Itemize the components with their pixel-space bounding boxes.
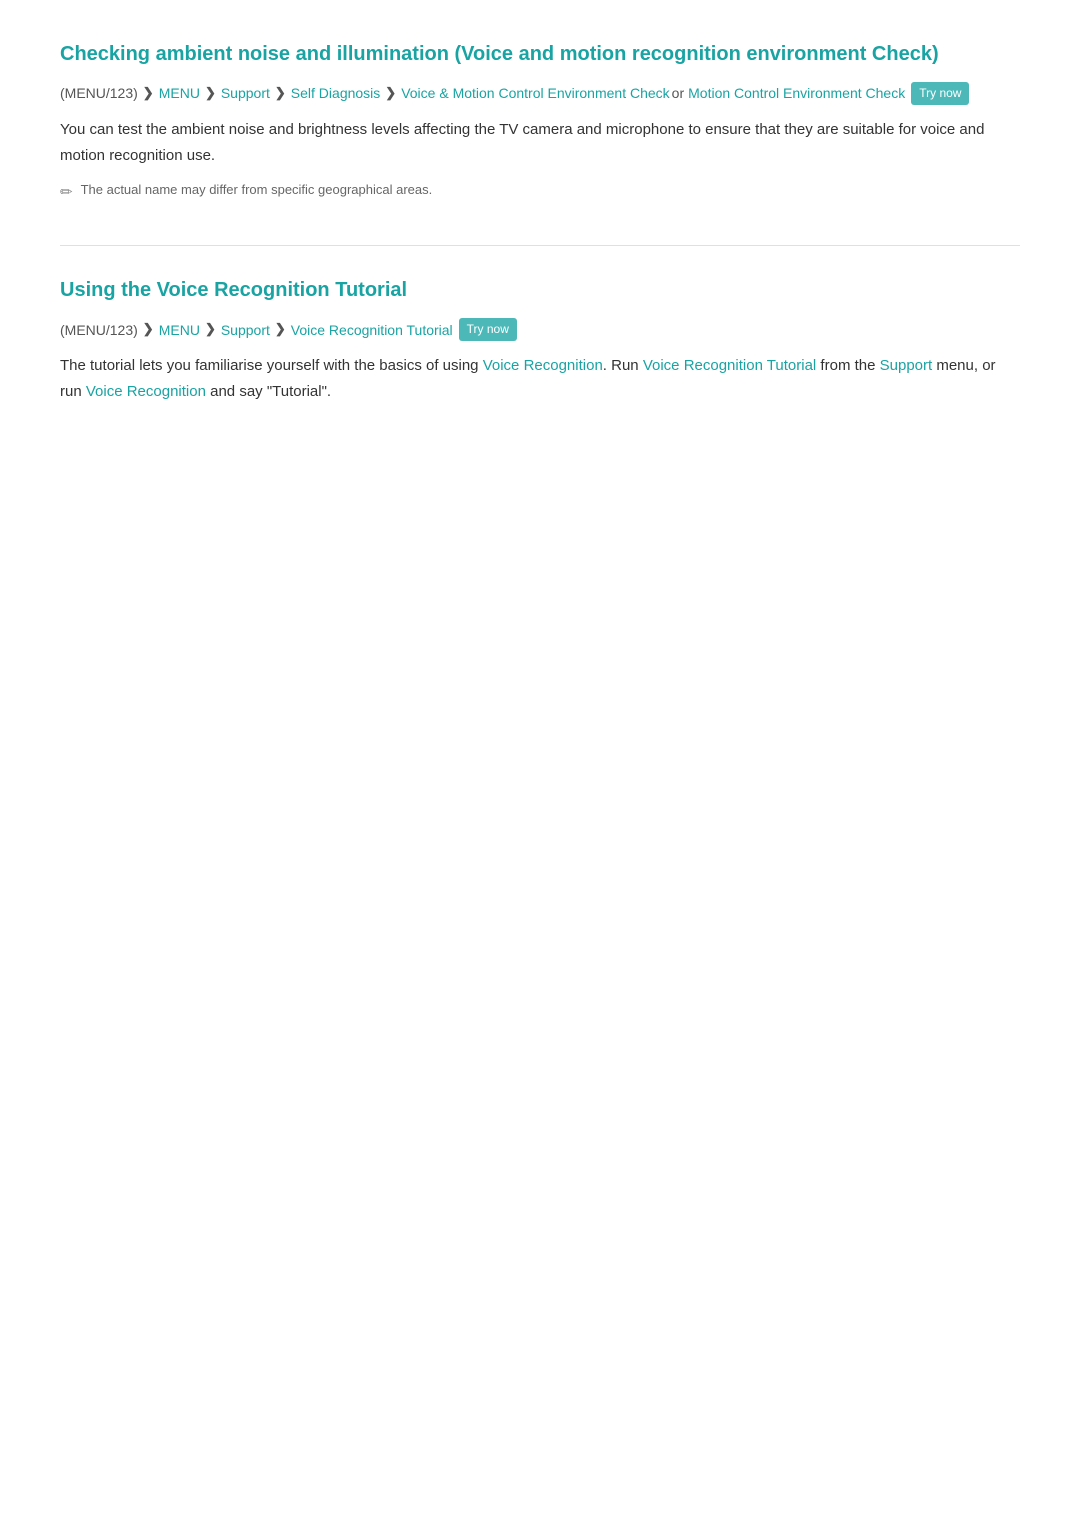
pencil-icon: ✏ — [60, 181, 73, 205]
breadcrumb-self-diagnosis[interactable]: Self Diagnosis — [291, 82, 381, 104]
breadcrumb-menu[interactable]: MENU — [159, 82, 200, 104]
breadcrumb-chevron1: ❯ — [143, 83, 154, 104]
breadcrumb-or: or — [672, 82, 684, 104]
breadcrumb2-chevron2: ❯ — [205, 319, 216, 340]
section2-body3: from the — [816, 357, 879, 374]
section-voice-tutorial: Using the Voice Recognition Tutorial (ME… — [60, 276, 1020, 404]
breadcrumb-chevron4: ❯ — [385, 83, 396, 104]
section1-title: Checking ambient noise and illumination … — [60, 40, 1020, 68]
breadcrumb-chevron2: ❯ — [205, 83, 216, 104]
section2-breadcrumb: (MENU/123) ❯ MENU ❯ Support ❯ Voice Reco… — [60, 318, 1020, 341]
try-now-badge-1[interactable]: Try now — [911, 82, 969, 105]
breadcrumb2-chevron3: ❯ — [275, 319, 286, 340]
try-now-badge-2[interactable]: Try now — [459, 318, 517, 341]
section2-body: The tutorial lets you familiarise yourse… — [60, 353, 1020, 404]
breadcrumb-chevron3: ❯ — [275, 83, 286, 104]
section2-support-link[interactable]: Support — [880, 357, 933, 374]
section2-body1: The tutorial lets you familiarise yourse… — [60, 357, 483, 374]
section-divider — [60, 245, 1020, 246]
section-ambient-noise: Checking ambient noise and illumination … — [60, 40, 1020, 205]
section1-body: You can test the ambient noise and brigh… — [60, 117, 1020, 168]
breadcrumb-voice-motion[interactable]: Voice & Motion Control Environment Check — [401, 82, 669, 104]
breadcrumb2-chevron1: ❯ — [143, 319, 154, 340]
breadcrumb2-menu123: (MENU/123) — [60, 319, 138, 341]
section2-voice-recognition2[interactable]: Voice Recognition — [86, 383, 206, 400]
breadcrumb2-support[interactable]: Support — [221, 319, 270, 341]
section1-note-text: The actual name may differ from specific… — [81, 180, 433, 201]
section2-title: Using the Voice Recognition Tutorial — [60, 276, 1020, 304]
section1-breadcrumb: (MENU/123) ❯ MENU ❯ Support ❯ Self Diagn… — [60, 82, 1020, 105]
section1-note: ✏ The actual name may differ from specif… — [60, 180, 1020, 205]
breadcrumb-support[interactable]: Support — [221, 82, 270, 104]
section2-body2: . Run — [603, 357, 643, 374]
section2-body5: and say "Tutorial". — [206, 383, 331, 400]
breadcrumb2-menu[interactable]: MENU — [159, 319, 200, 341]
breadcrumb2-voice-tutorial[interactable]: Voice Recognition Tutorial — [291, 319, 453, 341]
breadcrumb-menu123: (MENU/123) — [60, 82, 138, 104]
breadcrumb-motion-control[interactable]: Motion Control Environment Check — [688, 82, 905, 104]
section2-voice-recognition1[interactable]: Voice Recognition — [483, 357, 603, 374]
section2-voice-recognition-tutorial[interactable]: Voice Recognition Tutorial — [643, 357, 816, 374]
